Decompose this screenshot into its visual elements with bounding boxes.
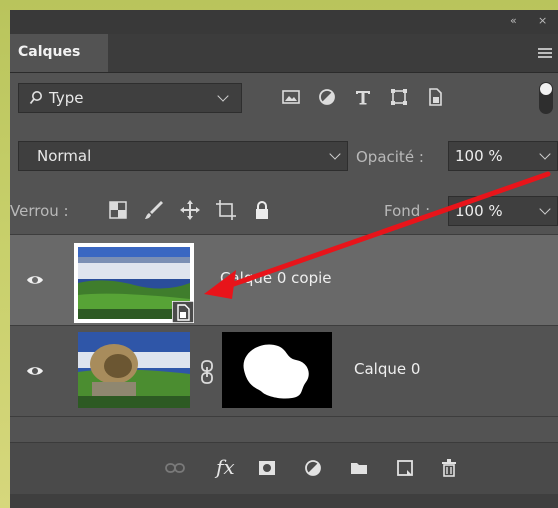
annotation-arrow	[204, 171, 551, 299]
annotation-arrow-head	[204, 270, 236, 299]
annotation-arrow-shaft	[225, 171, 551, 289]
